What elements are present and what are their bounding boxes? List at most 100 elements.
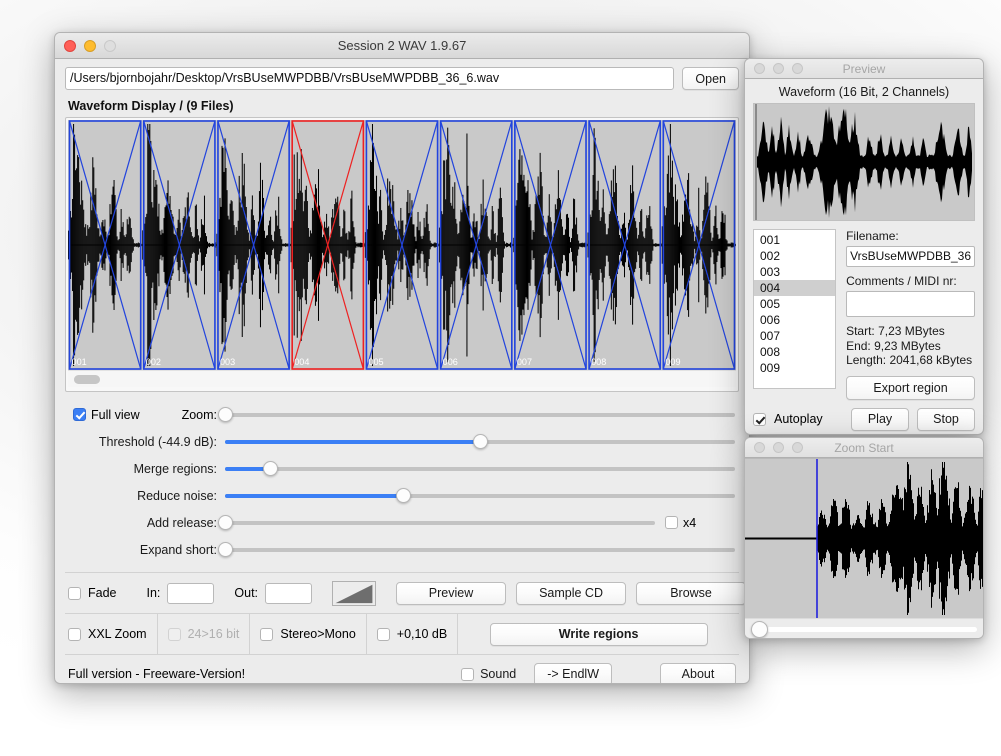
fade-label: Fade	[88, 586, 117, 600]
main-window: Session 2 WAV 1.9.67 /Users/bjornbojahr/…	[54, 32, 750, 684]
zoom-slider-track[interactable]	[217, 407, 735, 422]
fade-checkbox[interactable]	[68, 586, 81, 600]
region-list-item[interactable]: 001	[754, 232, 835, 248]
scrollbar-thumb[interactable]	[74, 375, 100, 384]
threshold-slider-thumb[interactable]	[472, 434, 488, 449]
stereo-mono-label: Stereo>Mono	[280, 627, 356, 641]
slider-row-expand-short: Expand short:	[65, 536, 739, 563]
region-list-item[interactable]: 003	[754, 264, 835, 280]
sample-cd-button[interactable]: Sample CD	[516, 581, 627, 605]
zoom-scrollbar[interactable]	[745, 618, 983, 638]
zoom-scrollbar-track	[767, 627, 977, 632]
slider-row-reduce-noise: Reduce noise:	[65, 482, 739, 509]
svg-text:001: 001	[72, 357, 87, 367]
preview-button[interactable]: Preview	[396, 581, 507, 605]
expand-short-slider-track[interactable]	[217, 542, 735, 557]
sound-group: Sound	[461, 667, 516, 681]
svg-text:009: 009	[665, 357, 680, 367]
svg-text:006: 006	[443, 357, 458, 367]
slider-row-threshold: Threshold (-44.9 dB):	[65, 428, 739, 455]
close-icon[interactable]	[754, 63, 765, 74]
preview-details: Filename: VrsBUseMWPDBB_36 Comments / MI…	[846, 229, 975, 400]
add-release-slider-track[interactable]	[217, 515, 655, 530]
fade-out-input[interactable]	[265, 582, 313, 604]
gain-checkbox[interactable]	[376, 627, 390, 641]
xxl-zoom-group: XXL Zoom	[65, 614, 157, 654]
preview-window-controls[interactable]	[745, 63, 803, 74]
length-text: Length: 2041,68 kBytes	[846, 353, 973, 367]
fade-group: Fade	[65, 573, 127, 613]
endlw-button[interactable]: -> EndlW	[534, 662, 612, 683]
browse-button[interactable]: Browse	[636, 581, 747, 605]
region-list-item[interactable]: 002	[754, 248, 835, 264]
preview-waveform-header: Waveform (16 Bit, 2 Channels)	[778, 85, 950, 99]
region-list[interactable]: 001 002 003 004 005 006 007 008 009	[753, 229, 837, 389]
zoom-scrollbar-thumb[interactable]	[751, 621, 768, 638]
export-region-button[interactable]: Export region	[846, 375, 975, 400]
comments-input[interactable]	[846, 291, 975, 317]
expand-short-slider-thumb[interactable]	[217, 542, 233, 557]
threshold-slider-track[interactable]	[225, 434, 735, 449]
add-release-slider-thumb[interactable]	[217, 515, 233, 530]
zoom-window-controls[interactable]	[745, 442, 803, 453]
x4-checkbox[interactable]	[665, 516, 678, 529]
maximize-icon[interactable]	[104, 39, 116, 52]
filename-input[interactable]: VrsBUseMWPDBB_36	[846, 246, 975, 267]
region-list-item[interactable]: 009	[754, 360, 835, 376]
write-regions-button[interactable]: Write regions	[489, 622, 708, 646]
fade-out-group: Out:	[224, 573, 322, 613]
action-buttons-group: Preview Sample CD Browse	[386, 573, 749, 613]
add-release-slider-label: Add release:	[146, 515, 217, 530]
start-text: Start: 7,23 MBytes	[846, 324, 945, 338]
window-controls[interactable]	[55, 39, 116, 52]
region-list-item[interactable]: 004	[754, 280, 836, 296]
preview-titlebar[interactable]: Preview	[745, 59, 983, 79]
waveform-horizontal-scrollbar[interactable]	[68, 370, 736, 387]
fade-ramp-icon[interactable]	[332, 580, 377, 606]
full-view-checkbox[interactable]	[73, 408, 86, 421]
xxl-zoom-checkbox[interactable]	[68, 627, 81, 641]
region-list-item[interactable]: 007	[754, 328, 835, 344]
minimize-icon[interactable]	[84, 39, 96, 52]
reduce-noise-slider-thumb[interactable]	[396, 488, 411, 503]
region-list-item[interactable]: 008	[754, 344, 835, 360]
waveform-display-panel[interactable]: 001 002 003 004 005 006 007 008 009	[65, 117, 739, 392]
main-titlebar[interactable]: Session 2 WAV 1.9.67	[55, 33, 749, 59]
fade-in-input[interactable]	[167, 582, 215, 604]
preview-waveform-canvas[interactable]	[753, 103, 975, 221]
reduce-noise-slider-track[interactable]	[225, 488, 735, 503]
zoom-body	[745, 458, 983, 638]
stereo-mono-checkbox[interactable]	[260, 627, 274, 641]
close-icon[interactable]	[64, 39, 76, 52]
merge-regions-slider-thumb[interactable]	[263, 461, 279, 476]
minimize-icon[interactable]	[773, 63, 784, 74]
sound-checkbox[interactable]	[461, 667, 475, 681]
zoom-slider-thumb[interactable]	[217, 407, 233, 422]
preview-footer: Autoplay Play Stop	[753, 407, 975, 431]
maximize-icon[interactable]	[792, 63, 803, 74]
stop-button[interactable]: Stop	[917, 407, 975, 431]
about-button[interactable]: About	[660, 662, 736, 683]
zoom-waveform-canvas[interactable]	[745, 458, 983, 618]
svg-text:004: 004	[294, 357, 309, 367]
comments-label: Comments / MIDI nr:	[846, 274, 957, 288]
minimize-icon[interactable]	[773, 442, 784, 453]
status-row: Full version - Freeware-Version! Sound -…	[65, 655, 739, 683]
slider-row-add-release: Add release: x4	[65, 509, 739, 536]
options-row: XXL Zoom 24>16 bit Stereo>Mono +0,10 dB	[65, 614, 739, 654]
close-icon[interactable]	[754, 442, 765, 453]
merge-regions-slider-label: Merge regions:	[133, 461, 217, 476]
zoom-titlebar[interactable]: Zoom Start	[745, 438, 983, 458]
gain-label: +0,10 dB	[396, 627, 448, 641]
merge-regions-slider-track[interactable]	[225, 461, 735, 476]
maximize-icon[interactable]	[792, 442, 803, 453]
play-button[interactable]: Play	[851, 407, 909, 431]
svg-text:007: 007	[517, 357, 532, 367]
waveform-canvas[interactable]: 001 002 003 004 005 006 007 008 009	[68, 120, 736, 370]
open-button[interactable]: Open	[682, 67, 739, 90]
region-list-item[interactable]: 006	[754, 312, 835, 328]
region-list-item[interactable]: 005	[754, 296, 835, 312]
file-path-input[interactable]: /Users/bjornbojahr/Desktop/VrsBUseMWPDBB…	[65, 67, 675, 90]
autoplay-checkbox[interactable]	[753, 412, 766, 426]
expand-short-slider-label: Expand short:	[139, 542, 217, 557]
